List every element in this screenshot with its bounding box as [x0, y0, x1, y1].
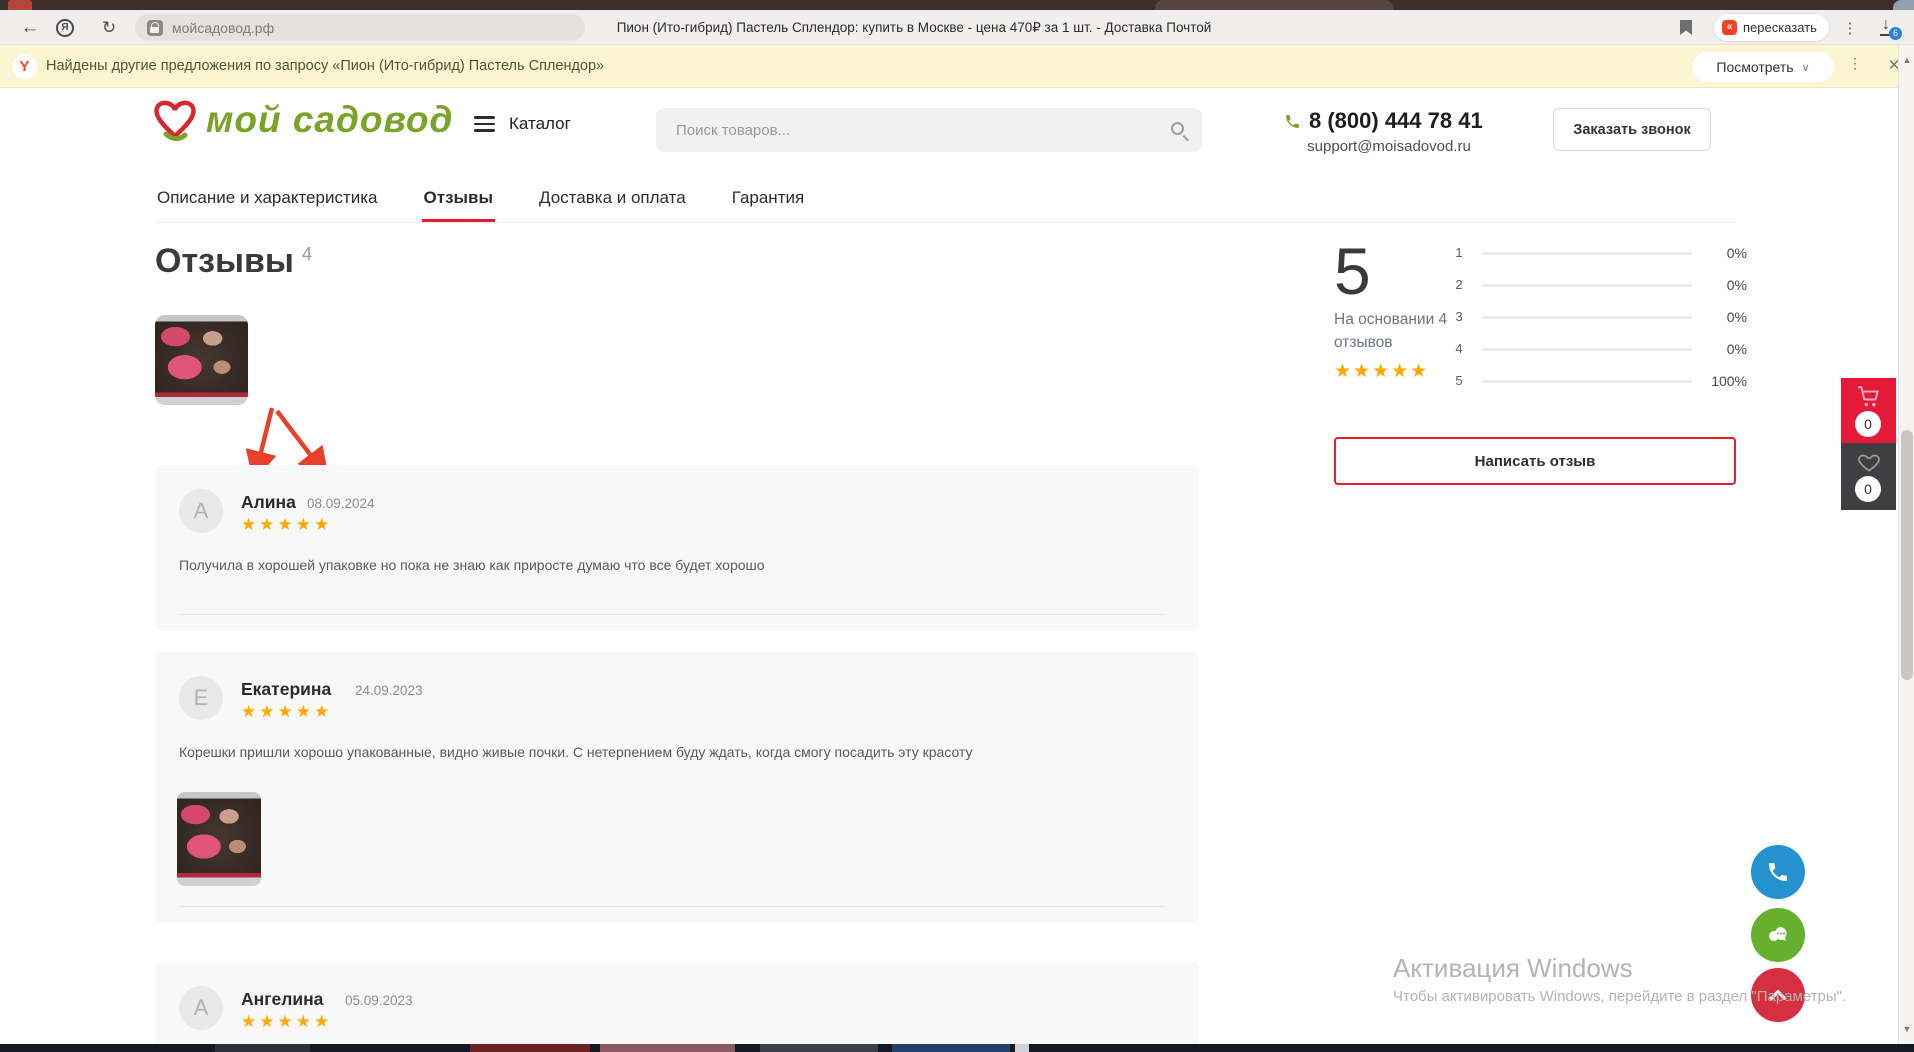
search-input[interactable] — [656, 108, 1202, 152]
review-date: 05.09.2023 — [345, 993, 413, 1008]
divider — [179, 614, 1165, 615]
cart-widget[interactable]: 0 — [1841, 378, 1896, 443]
site-header: мой садовод Каталог 8 (800) 444 78 41 su… — [0, 88, 1914, 172]
review-card: А Ангелина 05.09.2023 ★★★★★ — [155, 962, 1199, 1052]
yandex-browser-icon[interactable]: Я — [53, 10, 77, 45]
average-rating: 5 — [1334, 238, 1371, 304]
tab-reviews[interactable]: Отзывы — [422, 180, 496, 222]
phone-icon — [1766, 860, 1790, 884]
phone-number[interactable]: 8 (800) 444 78 41 — [1309, 108, 1483, 134]
retell-label: пересказать — [1743, 20, 1817, 35]
search-box — [656, 108, 1202, 152]
taskbar-edge — [0, 1044, 1914, 1052]
catalog-button[interactable]: Каталог — [474, 114, 571, 134]
chevron-down-icon: ∨ — [1802, 61, 1810, 74]
retell-button[interactable]: « пересказать — [1714, 14, 1829, 41]
windows-activation-hint: Чтобы активировать Windows, перейдите в … — [1393, 988, 1846, 1005]
bookmark-icon[interactable] — [1680, 20, 1692, 35]
download-badge: 6 — [1889, 27, 1902, 40]
favorites-widget[interactable]: 0 — [1841, 443, 1896, 510]
phone-icon — [1284, 113, 1301, 130]
review-date: 08.09.2024 — [307, 496, 375, 511]
review-date: 24.09.2023 — [355, 683, 423, 698]
cart-count-badge: 0 — [1855, 411, 1881, 437]
hamburger-icon — [474, 116, 495, 132]
retell-icon: « — [1722, 20, 1737, 35]
write-review-button[interactable]: Написать отзыв — [1334, 437, 1736, 485]
review-stars: ★★★★★ — [241, 515, 332, 535]
chat-fab[interactable] — [1751, 908, 1805, 962]
review-stars: ★★★★★ — [241, 1012, 332, 1032]
downloads-button[interactable]: ↓ 6 — [1876, 15, 1902, 41]
cart-icon — [1856, 385, 1882, 409]
callback-button[interactable]: Заказать звонок — [1553, 108, 1711, 151]
refresh-icon[interactable]: ↻ — [96, 10, 122, 45]
scrollbar: ▲ ▼ — [1898, 45, 1914, 1044]
offer-text: Найдены другие предложения по запросу «П… — [46, 45, 604, 88]
heart-icon — [1856, 450, 1882, 474]
url-text: мойсадовод.рф — [172, 20, 274, 36]
browser-tab[interactable] — [8, 0, 32, 10]
reviews-title: Отзывы4 — [155, 242, 312, 281]
reviews-count: 4 — [302, 244, 312, 264]
page-title: Пион (Ито-гибрид) Пастель Сплендор: купи… — [562, 10, 1266, 45]
browser-menu-icon[interactable]: ⋮ — [1840, 10, 1860, 45]
review-card: А Алина 08.09.2024 ★★★★★ Получила в хоро… — [155, 465, 1199, 631]
product-tabs: Описание и характеристика Отзывы Доставк… — [155, 180, 1736, 223]
avatar: А — [179, 489, 223, 533]
avatar: Е — [179, 676, 223, 720]
reviewer-name: Екатерина — [241, 679, 331, 700]
review-text: Корешки пришли хорошо упакованные, видно… — [179, 744, 1159, 760]
avatar: А — [179, 986, 223, 1030]
review-photo-thumbnail[interactable] — [155, 315, 248, 405]
search-icon[interactable] — [1171, 122, 1184, 135]
back-icon[interactable]: ← — [16, 10, 44, 45]
browser-tabstrip — [0, 0, 1914, 10]
favorites-count-badge: 0 — [1855, 476, 1881, 502]
screen: ← Я ↻ мойсадовод.рф Пион (Ито-гибрид) Па… — [0, 0, 1914, 1052]
review-card: Е Екатерина 24.09.2023 ★★★★★ Корешки при… — [155, 652, 1199, 923]
yandex-offer-bar: Y Найдены другие предложения по запросу … — [0, 45, 1914, 88]
summary-stars: ★★★★★ — [1334, 360, 1429, 383]
scroll-up-icon[interactable]: ▲ — [1899, 55, 1914, 65]
view-offers-button[interactable]: Посмотреть ∨ — [1692, 52, 1834, 82]
offer-menu-icon[interactable]: ⋮ — [1845, 55, 1865, 79]
browser-toolbar: ← Я ↻ мойсадовод.рф Пион (Ито-гибрид) Па… — [0, 10, 1914, 45]
address-bar[interactable]: мойсадовод.рф — [135, 14, 585, 41]
browser-tab[interactable] — [1155, 0, 1393, 10]
contact-block: 8 (800) 444 78 41 support@moisadovod.ru — [1284, 108, 1494, 155]
tab-delivery[interactable]: Доставка и оплата — [537, 180, 688, 222]
tab-warranty[interactable]: Гарантия — [730, 180, 807, 222]
lock-icon[interactable] — [147, 20, 163, 36]
review-photo-thumbnail[interactable] — [177, 792, 261, 886]
scroll-down-icon[interactable]: ▼ — [1899, 1024, 1914, 1034]
support-email[interactable]: support@moisadovod.ru — [1284, 138, 1494, 155]
review-stars: ★★★★★ — [241, 702, 332, 722]
reviewer-name: Ангелина — [241, 989, 323, 1010]
reviewer-name: Алина — [241, 492, 296, 513]
review-text: Получила в хорошей упаковке но пока не з… — [179, 557, 1159, 573]
logo-text: мой садовод — [206, 99, 453, 141]
call-fab[interactable] — [1751, 845, 1805, 899]
logo-heart-icon — [152, 98, 198, 142]
yandex-icon: Y — [12, 54, 37, 79]
logo[interactable]: мой садовод — [152, 98, 453, 142]
chat-icon — [1765, 922, 1791, 948]
divider — [179, 906, 1165, 907]
browser-tab[interactable] — [1893, 0, 1914, 10]
scrollbar-thumb[interactable] — [1901, 430, 1913, 680]
windows-activation-watermark: Активация Windows — [1393, 953, 1633, 984]
tab-description[interactable]: Описание и характеристика — [155, 180, 380, 222]
